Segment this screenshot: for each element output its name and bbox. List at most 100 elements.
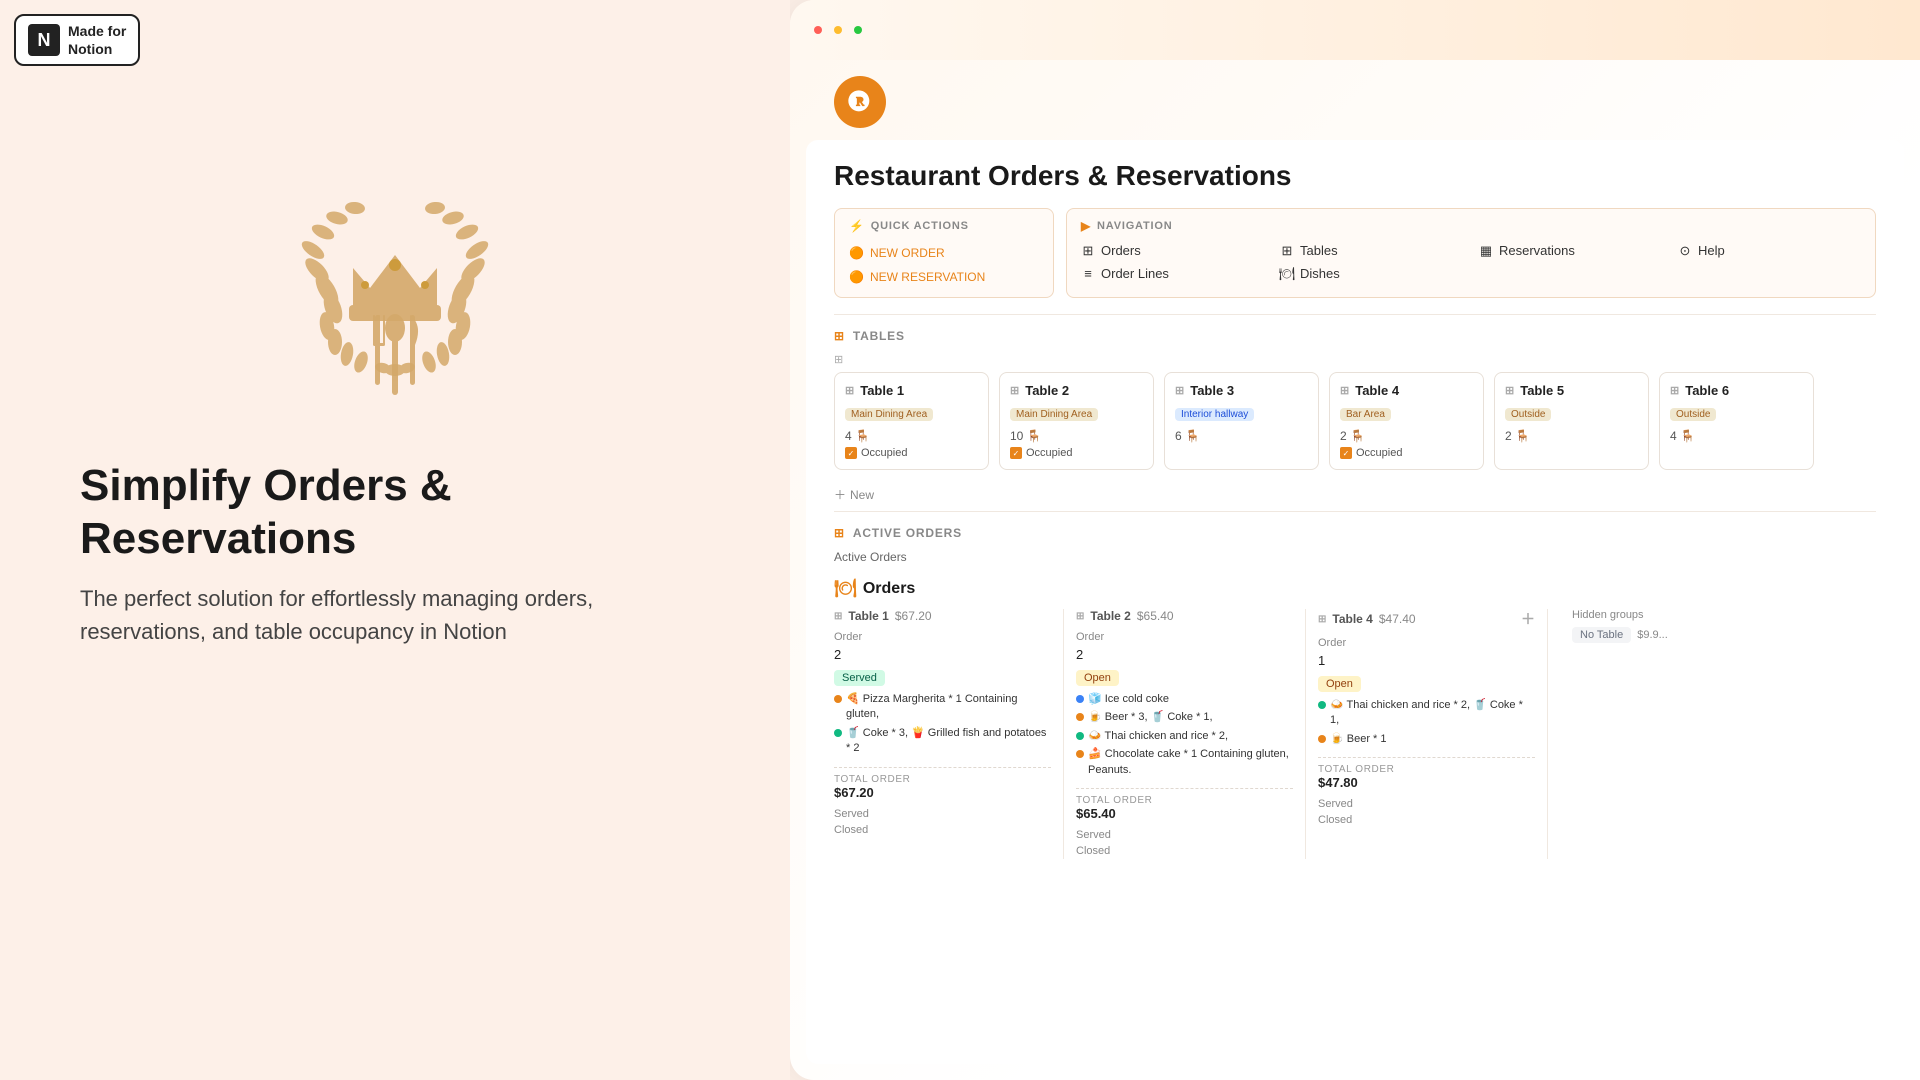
item-dot-7 (1318, 701, 1326, 709)
table-card-4[interactable]: ⊞ Table 4 Bar Area 2 🪑 ✓ Occupied (1329, 372, 1484, 470)
order-col-table2: ⊞ Table 2 $65.40 Order 2 Open 🧊 Ice cold… (1076, 609, 1306, 859)
occupied-checkbox: ✓ (845, 447, 857, 459)
orders-columns: ⊞ Table 1 $67.20 Order 2 Served 🍕 Pizza … (834, 609, 1876, 859)
table-grid-icon: ⊞ (845, 384, 854, 397)
new-reservation-button[interactable]: 🟠 NEW RESERVATION (849, 267, 1039, 287)
total-4: $47.80 (1318, 775, 1535, 790)
quick-actions-box: ⚡ QUICK ACTIONS 🟠 NEW ORDER 🟠 NEW RESERV… (834, 208, 1054, 298)
table-2-seats: 10 🪑 (1010, 429, 1143, 443)
item-dot-4 (1076, 713, 1084, 721)
table-6-area: Outside (1670, 408, 1716, 421)
table-1-area: Main Dining Area (845, 408, 933, 421)
add-order-button[interactable]: ＋ (1521, 609, 1535, 629)
tables-icon: ⊞ (1280, 244, 1294, 258)
hero-text: Simplify Orders & Reservations The perfe… (0, 420, 790, 648)
order-item-1-1: 🥤 Coke * 3, 🍟 Grilled fish and potatoes … (834, 726, 1051, 757)
table-5-header: ⊞ Table 5 (1505, 383, 1638, 398)
total-1: $67.20 (834, 785, 1051, 800)
app-logo (834, 76, 886, 128)
hero-title: Simplify Orders & Reservations (80, 460, 710, 566)
notion-badge-text: Made for Notion (68, 22, 126, 58)
table-grid-icon-2: ⊞ (1010, 384, 1019, 397)
table-1-occupied: ✓ Occupied (845, 447, 978, 459)
tables-icon-row: ⊞ (834, 353, 1876, 366)
active-orders-label: Active Orders (834, 550, 1876, 564)
table-2-header: ⊞ Table 2 (1010, 383, 1143, 398)
hero-subtitle: The perfect solution for effortlessly ma… (80, 582, 710, 648)
table-card-2[interactable]: ⊞ Table 2 Main Dining Area 10 🪑 ✓ Occupi… (999, 372, 1154, 470)
table-4-seats: 2 🪑 (1340, 429, 1473, 443)
status-served-1: Served (834, 806, 1051, 822)
order-lines-icon: ≡ (1081, 267, 1095, 281)
total-label-4: TOTAL ORDER (1318, 757, 1535, 775)
col-grid-icon-2: ⊞ (1076, 611, 1084, 622)
order-field-1: Order (834, 631, 1051, 643)
table-6-header: ⊞ Table 6 (1670, 383, 1803, 398)
order-item-2-3: 🍰 Chocolate cake * 1 Containing gluten, … (1076, 747, 1293, 778)
table-3-area: Interior hallway (1175, 408, 1254, 421)
order-col-table1: ⊞ Table 1 $67.20 Order 2 Served 🍕 Pizza … (834, 609, 1064, 859)
table-1-seats: 4 🪑 (845, 429, 978, 443)
top-bar (790, 0, 1920, 60)
status-closed-2: Closed (1076, 843, 1293, 859)
table-2-occupied: ✓ Occupied (1010, 447, 1143, 459)
table-card-6[interactable]: ⊞ Table 6 Outside 4 🪑 (1659, 372, 1814, 470)
help-icon: ⊙ (1678, 244, 1692, 258)
order-item-4-0: 🍛 Thai chicken and rice * 2, 🥤 Coke * 1, (1318, 698, 1535, 729)
table-grid-icon-4: ⊞ (1340, 384, 1349, 397)
navigation-header: ▶ NAVIGATION (1081, 219, 1861, 233)
table-4-occupied: ✓ Occupied (1340, 447, 1473, 459)
table-grid-icon-5: ⊞ (1505, 384, 1514, 397)
hidden-groups-label: Hidden groups (1572, 609, 1710, 621)
order-col-table4: ⊞ Table 4 $47.40 ＋ Order 1 Open 🍛 Thai c… (1318, 609, 1548, 859)
table-card-3[interactable]: ⊞ Table 3 Interior hallway 6 🪑 (1164, 372, 1319, 470)
table-5-area: Outside (1505, 408, 1551, 421)
actions-nav-row: ⚡ QUICK ACTIONS 🟠 NEW ORDER 🟠 NEW RESERV… (834, 208, 1876, 298)
order-col-1-header: ⊞ Table 1 $67.20 (834, 609, 1051, 623)
lightning-icon: ⚡ (849, 219, 865, 233)
table-card-1[interactable]: ⊞ Table 1 Main Dining Area 4 🪑 ✓ Occupie… (834, 372, 989, 470)
item-dot-2 (834, 729, 842, 737)
item-dot-5 (1076, 732, 1084, 740)
item-dot-6 (1076, 750, 1084, 758)
table-3-seats: 6 🪑 (1175, 429, 1308, 443)
item-dot-8 (1318, 735, 1326, 743)
status-badge-4: Open (1318, 676, 1361, 692)
total-2: $65.40 (1076, 806, 1293, 821)
right-panel: Restaurant Orders & Reservations ⚡ QUICK… (790, 0, 1920, 1080)
reservations-icon: ▦ (1479, 244, 1493, 258)
reservation-icon: 🟠 (849, 270, 864, 284)
add-table-button[interactable]: ＋ New (834, 478, 1876, 511)
occupied-checkbox-4: ✓ (1340, 447, 1352, 459)
no-table-badge: No Table (1572, 627, 1631, 643)
tables-section-header: ⊞ TABLES (834, 314, 1876, 353)
order-item-4-1: 🍺 Beer * 1 (1318, 732, 1535, 747)
table-1-header: ⊞ Table 1 (845, 383, 978, 398)
orders-icon: ⊞ (1081, 244, 1095, 258)
order-item-1-0: 🍕 Pizza Margherita * 1 Containing gluten… (834, 692, 1051, 723)
nav-order-lines[interactable]: ≡ Order Lines (1081, 266, 1264, 281)
order-item-2-2: 🍛 Thai chicken and rice * 2, (1076, 729, 1293, 744)
table-5-seats: 2 🪑 (1505, 429, 1638, 443)
nav-help[interactable]: ⊙ Help (1678, 243, 1861, 258)
quick-actions-header: ⚡ QUICK ACTIONS (849, 219, 1039, 233)
order-icon: 🟠 (849, 246, 864, 260)
orders-section-icon: ⊞ (834, 526, 845, 540)
no-table-price: $9.9... (1637, 629, 1668, 641)
col-grid-icon-4: ⊞ (1318, 614, 1326, 625)
status-badge-1: Served (834, 670, 885, 686)
hero-illustration (265, 160, 525, 420)
nav-icon: ▶ (1081, 219, 1091, 233)
tables-section-icon: ⊞ (834, 329, 845, 343)
table-6-seats: 4 🪑 (1670, 429, 1803, 443)
nav-tables[interactable]: ⊞ Tables (1280, 243, 1463, 258)
nav-dishes[interactable]: 🍽 Dishes (1280, 266, 1463, 281)
table-card-5[interactable]: ⊞ Table 5 Outside 2 🪑 (1494, 372, 1649, 470)
nav-orders[interactable]: ⊞ Orders (1081, 243, 1264, 258)
notion-badge: N Made for Notion (14, 14, 140, 66)
nav-reservations[interactable]: ▦ Reservations (1479, 243, 1662, 258)
status-served-2: Served (1076, 827, 1293, 843)
status-served-4: Served (1318, 796, 1535, 812)
order-item-2-0: 🧊 Ice cold coke (1076, 692, 1293, 707)
new-order-button[interactable]: 🟠 NEW ORDER (849, 243, 1039, 263)
